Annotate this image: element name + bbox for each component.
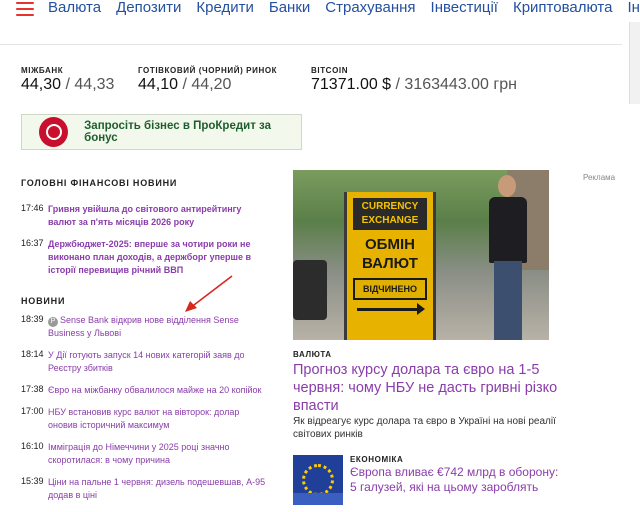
news-link[interactable]: Ціни на пальне 1 червня: дизель подешевш… xyxy=(48,476,271,502)
list-item: 15:39 Ціни на пальне 1 червня: дизель по… xyxy=(21,476,271,502)
news-time: 16:10 xyxy=(21,441,44,451)
feature-headline[interactable]: Прогноз курсу долара та євро на 1-5 черв… xyxy=(293,361,568,415)
rate-value: 71371.00 $ / 3163443.00 грн xyxy=(311,76,517,93)
ad-label: Реклама xyxy=(583,173,616,182)
annotation-arrow-icon xyxy=(185,275,233,312)
man-figure xyxy=(486,175,530,340)
rate-label: BITCOIN xyxy=(311,66,349,75)
sign-status-text: ВІДЧИНЕНО xyxy=(353,278,427,300)
news-time: 18:39 xyxy=(21,314,44,324)
rate-label: МІЖБАНК xyxy=(21,66,64,75)
list-item: 17:00 НБУ встановив курс валют на вівтор… xyxy=(21,406,271,432)
nav-item-deposits[interactable]: Депозити xyxy=(116,0,181,16)
procredit-banner[interactable]: Запросіть бізнес в ПроКредит за бонус xyxy=(21,114,302,150)
news-link[interactable]: НБУ встановив курс валют на вівторок: до… xyxy=(48,406,271,432)
rate-cash-market[interactable]: ГОТІВКОВИЙ (ЧОРНИЙ) РИНОК 44,10 / 44,20 xyxy=(138,66,277,94)
sign-top-text: CURRENCY EXCHANGE xyxy=(353,198,427,230)
feature2-headline[interactable]: Європа вливає €742 млрд в оборону: 5 гал… xyxy=(350,465,560,495)
nav-item-insurance[interactable]: Страхування xyxy=(325,0,415,16)
news-time: 16:37 xyxy=(21,238,44,248)
nav-item-index[interactable]: Інд xyxy=(627,0,640,16)
eu-stars-icon xyxy=(302,464,334,496)
nav-item-crypto[interactable]: Криптовалюта xyxy=(513,0,613,16)
news-time: 17:46 xyxy=(21,203,44,213)
news-time: 17:00 xyxy=(21,406,44,416)
feature-lead: Як відреагує курс долара та євро в Украї… xyxy=(293,416,556,440)
list-item: 18:14 У Дії готують запуск 14 нових кате… xyxy=(21,349,271,375)
list-item: 18:39 P Sense Bank відкрив нове відділенн… xyxy=(21,314,271,340)
eu-flag-thumbnail[interactable] xyxy=(293,455,343,505)
news-link[interactable]: Євро на міжбанку обвалилося майже на 20 … xyxy=(48,384,271,397)
sponsored-icon: P xyxy=(48,317,58,327)
nav-item-banks[interactable]: Банки xyxy=(269,0,310,16)
car-shape xyxy=(293,260,327,320)
currency-exchange-sign: CURRENCY EXCHANGE ОБМІН ВАЛЮТ ВІДЧИНЕНО xyxy=(344,192,436,340)
banner-text: Запросіть бізнес в ПроКредит за бонус xyxy=(84,120,271,144)
nav-item-investments[interactable]: Інвестиції xyxy=(431,0,498,16)
news-time: 17:38 xyxy=(21,384,44,394)
news-list: 18:39 P Sense Bank відкрив нове відділенн… xyxy=(21,314,271,511)
news-time: 15:39 xyxy=(21,476,44,486)
rate-interbank[interactable]: МІЖБАНК 44,30 / 44,33 xyxy=(21,66,114,94)
rate-bitcoin[interactable]: BITCOIN 71371.00 $ / 3163443.00 грн xyxy=(311,66,517,94)
nav-menu: Валюта Депозити Кредити Банки Страхуванн… xyxy=(48,0,640,16)
news-link[interactable]: У Дії готують запуск 14 нових категорій … xyxy=(48,349,271,375)
list-item: 16:10 Імміграція до Німеччини у 2025 роц… xyxy=(21,441,271,467)
feature2-category[interactable]: ЕКОНОМІКА xyxy=(350,455,403,464)
sign-arrow-icon xyxy=(357,303,425,315)
nav-item-currency[interactable]: Валюта xyxy=(48,0,101,16)
sign-big-text: ОБМІН ВАЛЮТ xyxy=(362,236,418,272)
news-link[interactable]: P Sense Bank відкрив нове відділення Sens… xyxy=(48,314,271,340)
main-news-title: ГОЛОВНІ ФІНАНСОВІ НОВИНИ xyxy=(21,178,178,188)
rate-label: ГОТІВКОВИЙ (ЧОРНИЙ) РИНОК xyxy=(138,66,278,75)
news-time: 18:14 xyxy=(21,349,44,359)
list-item: 17:38 Євро на міжбанку обвалилося майже … xyxy=(21,384,271,397)
feature-category[interactable]: ВАЛЮТА xyxy=(293,350,332,359)
news-section-title: НОВИНИ xyxy=(21,296,66,306)
hamburger-menu-icon[interactable] xyxy=(16,2,34,16)
scrollbar[interactable] xyxy=(629,22,640,104)
rate-value: 44,10 / 44,20 xyxy=(138,76,232,93)
nav-item-credits[interactable]: Кредити xyxy=(196,0,253,16)
nav-divider xyxy=(0,44,622,45)
news-link[interactable]: Імміграція до Німеччини у 2025 році знач… xyxy=(48,441,271,467)
top-navigation: Валюта Депозити Кредити Банки Страхуванн… xyxy=(0,0,640,22)
feature-photo[interactable]: CURRENCY EXCHANGE ОБМІН ВАЛЮТ ВІДЧИНЕНО xyxy=(293,170,549,340)
news-link[interactable]: Гривня увійшла до світового антирейтингу… xyxy=(48,203,271,229)
list-item: 17:46 Гривня увійшла до світового антире… xyxy=(21,203,271,229)
rate-value: 44,30 / 44,33 xyxy=(21,76,115,93)
procredit-logo-icon xyxy=(39,117,69,147)
